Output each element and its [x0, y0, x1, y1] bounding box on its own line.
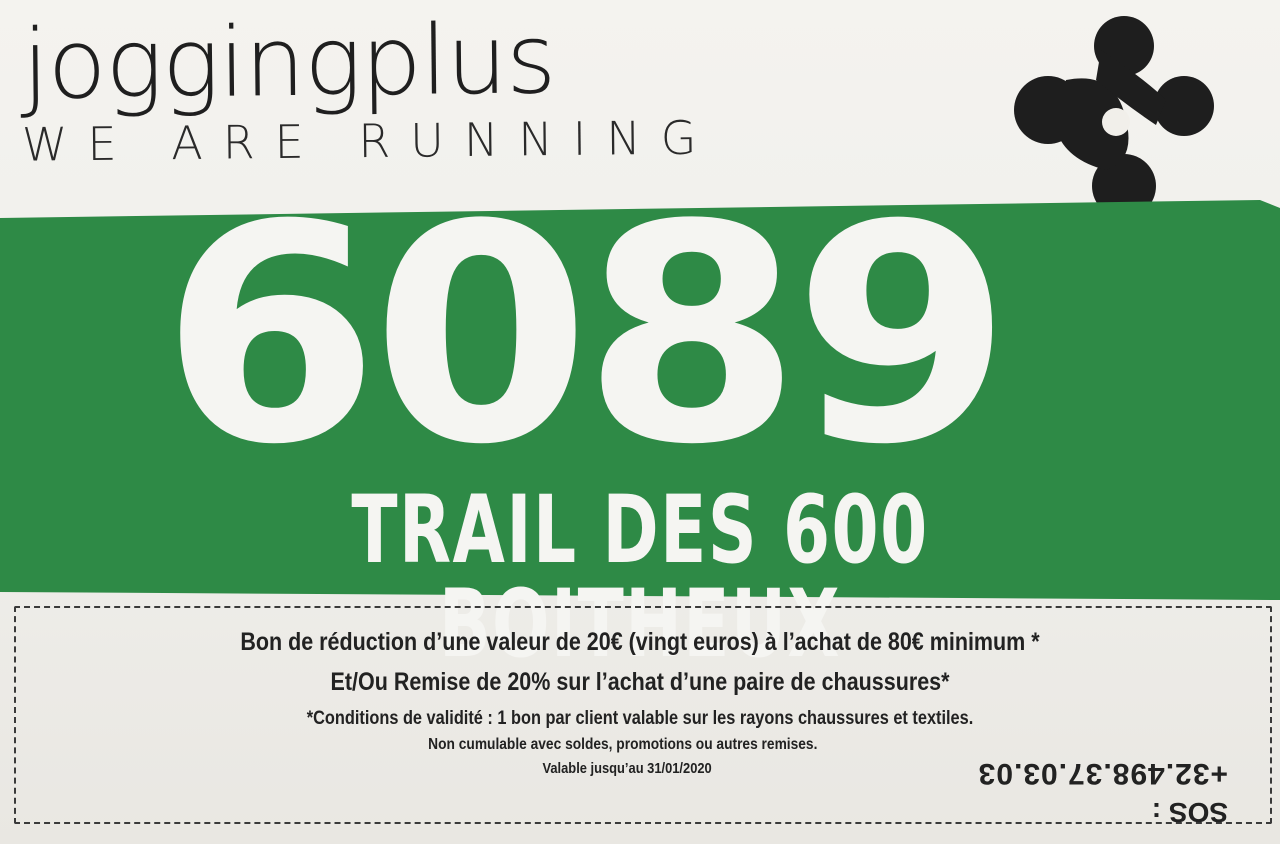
race-bib: joggingplus WE ARE RUNNING 6089 TRAIL DE… — [0, 0, 1280, 844]
coupon-line-discount: Bon de réduction d’une valeur de 20€ (vi… — [240, 628, 1040, 656]
bib-number: 6089 — [160, 161, 1013, 510]
sos-phone-number: +32.498.37.03.03 — [977, 757, 1228, 790]
brand-name: joggingplus — [21, 3, 556, 121]
coupon-line-conditions: *Conditions de validité : 1 bon par clie… — [306, 708, 974, 729]
brand-tagline: WE ARE RUNNING — [21, 110, 717, 172]
sos-contact: SOS : +32.498.37.03.03 — [978, 752, 1236, 828]
sos-label: SOS : — [1151, 797, 1228, 828]
coupon-line-remise: Et/Ou Remise de 20% sur l’achat d’une pa… — [330, 668, 950, 696]
